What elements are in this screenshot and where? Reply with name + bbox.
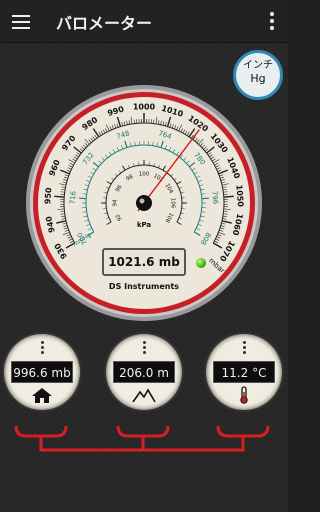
pressure-readout: 1021.6 mb (102, 248, 186, 276)
thermometer-icon (240, 386, 248, 404)
altitude-gauge[interactable]: 206.0 m (106, 334, 182, 410)
sea-level-pressure-value: 996.6 mb (11, 361, 73, 383)
outer-scale-tick (223, 195, 234, 198)
sea-level-pressure-gauge[interactable]: 996.6 mb (4, 334, 80, 410)
app-bar: バロメーター (0, 0, 288, 43)
inner-scale-label: 106 (170, 198, 176, 209)
altitude-value: 206.0 m (113, 361, 175, 383)
inner-scale-label: 100 (139, 172, 150, 178)
home-icon (32, 388, 52, 403)
middle-scale-tick (79, 197, 87, 200)
app-title: バロメーター (56, 14, 153, 33)
outer-scale-label: 1050 (234, 184, 245, 207)
middle-scale-tick (201, 197, 209, 200)
status-led (196, 258, 206, 268)
temperature-gauge[interactable]: 11.2 °C (206, 334, 282, 410)
brand-label: DS Instruments (108, 282, 180, 291)
mountain-icon (132, 388, 156, 403)
inner-unit-label: kPa (137, 221, 152, 229)
hamburger-menu-icon[interactable] (10, 11, 32, 31)
middle-scale-label: 796 (210, 191, 219, 205)
overflow-menu-icon[interactable] (264, 10, 280, 32)
inner-scale-label: 94 (113, 199, 119, 206)
outer-scale-label: 950 (43, 187, 53, 205)
gauge-options-icon[interactable] (240, 340, 248, 358)
gauge-connector-lines (14, 425, 270, 452)
unit-toggle-line1: インチ (243, 60, 273, 71)
needle-hub (136, 195, 152, 211)
outer-scale-tick (54, 195, 65, 198)
needle-hub-highlight (139, 198, 145, 204)
temperature-value: 11.2 °C (213, 361, 275, 383)
outer-scale-label: 1000 (133, 103, 156, 112)
gauge-options-icon[interactable] (38, 340, 46, 358)
gauge-options-icon[interactable] (140, 340, 148, 358)
middle-scale-label: 716 (69, 190, 78, 204)
